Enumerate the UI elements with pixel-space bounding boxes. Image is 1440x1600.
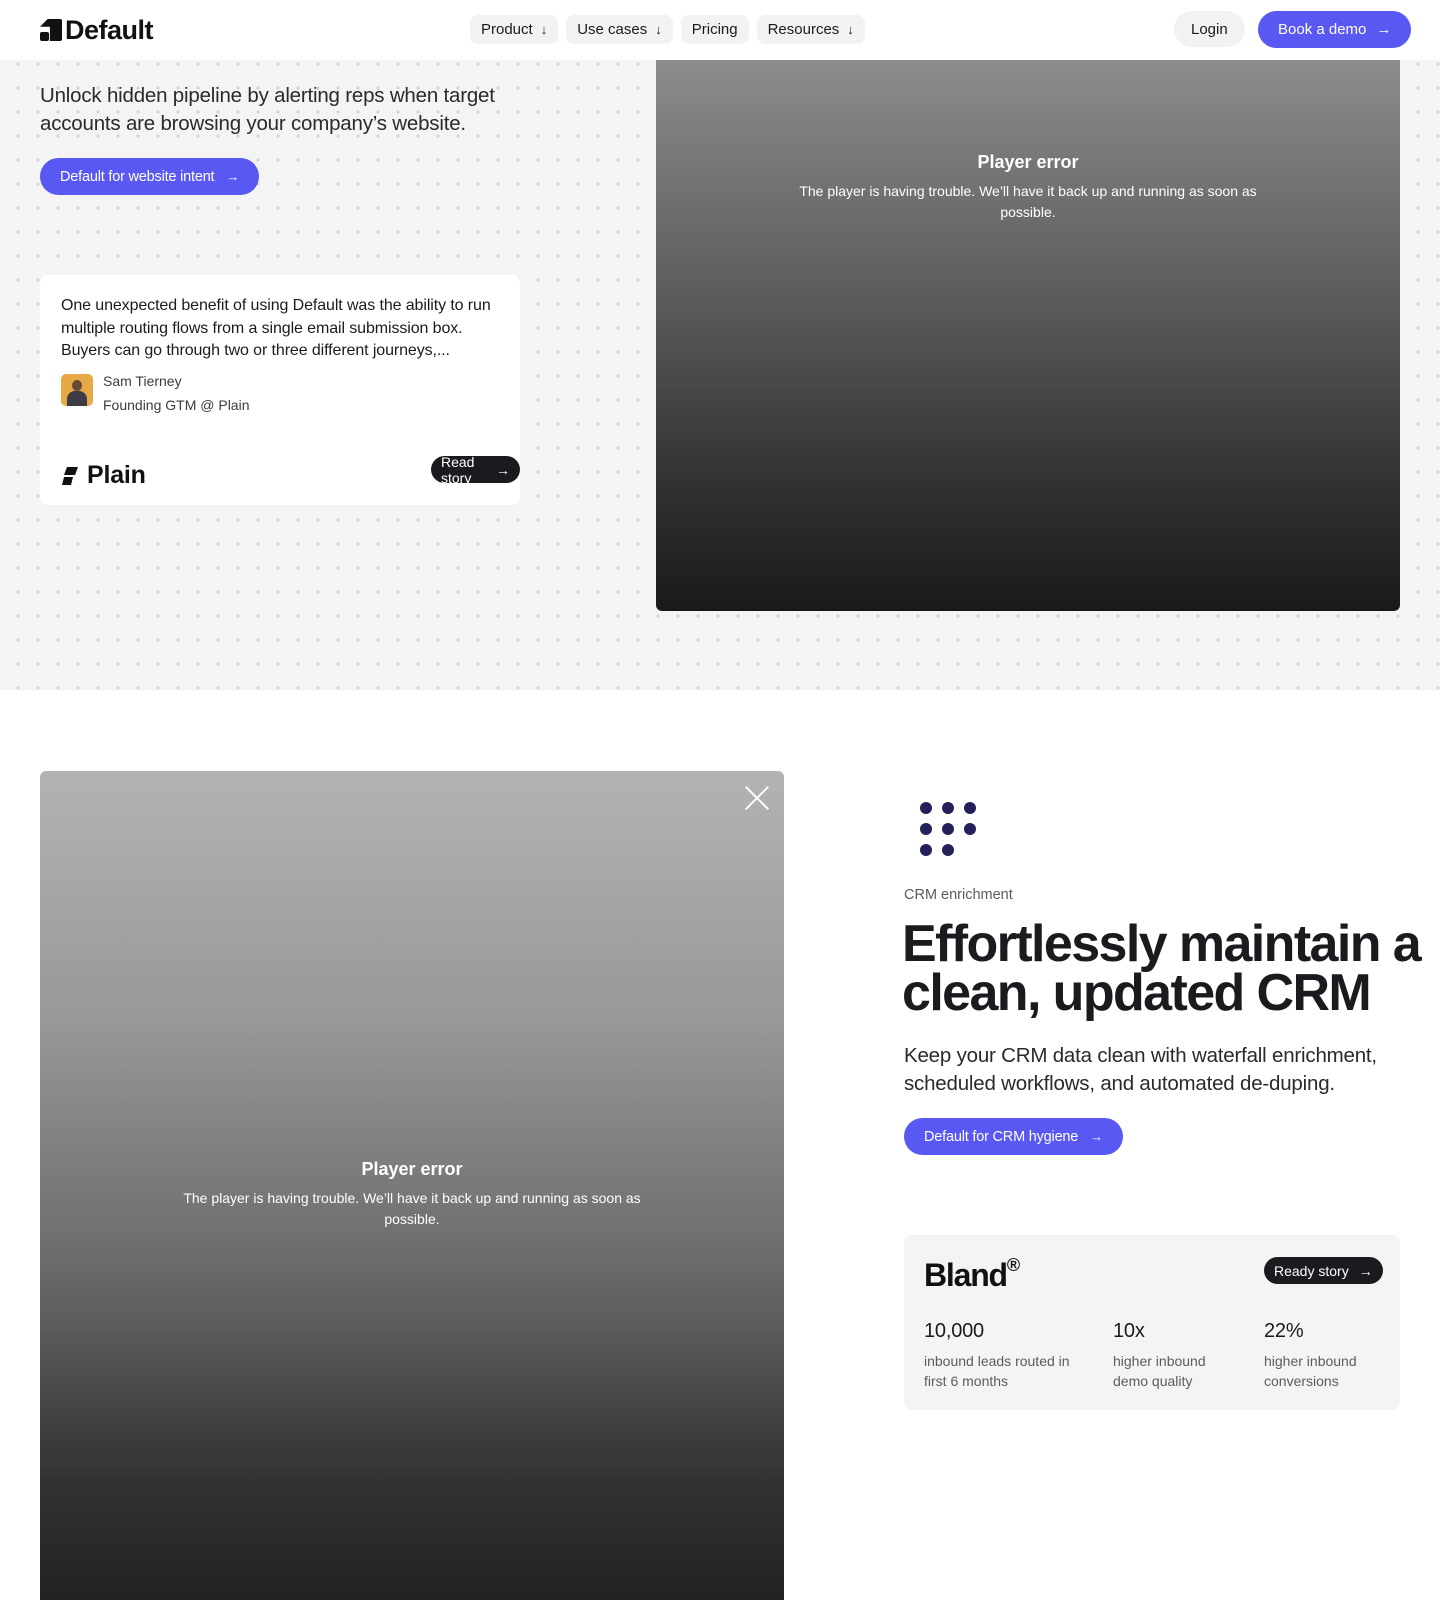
default-logo[interactable]: Default xyxy=(40,15,154,45)
player-error-message: The player is having trouble. We’ll have… xyxy=(183,1190,641,1227)
author-role: Founding GTM @ Plain xyxy=(103,397,250,413)
nav-item-resources[interactable]: Resources ↓ xyxy=(756,15,865,44)
default-logo-icon xyxy=(40,19,62,41)
nav-item-label: Resources xyxy=(767,21,840,38)
testimonial-quote: One unexpected benefit of using Default … xyxy=(61,297,491,359)
stat-label: inbound leads routed in first 6 months xyxy=(924,1353,1070,1389)
stat-value: 22% xyxy=(1264,1320,1304,1342)
avatar xyxy=(61,374,93,406)
case-study-card: Bland® Ready story → 10,000 inbound lead… xyxy=(904,1235,1400,1410)
navbar: Default Product ↓ Use cases ↓ Pricing Re… xyxy=(0,0,1440,60)
website-intent-subtitle: Unlock hidden pipeline by alerting reps … xyxy=(40,84,495,135)
website-intent-section: Unlock hidden pipeline by alerting reps … xyxy=(0,0,1440,690)
stat-value: 10x xyxy=(1113,1320,1145,1342)
arrow-right-icon: → xyxy=(496,461,510,478)
section-subtitle: Keep your CRM data clean with waterfall … xyxy=(904,1044,1377,1095)
book-demo-button[interactable]: Book a demo → xyxy=(1258,11,1412,48)
read-story-label: Read story xyxy=(441,453,475,486)
nav-item-label: Product xyxy=(481,21,533,38)
nav-item-label: Use cases xyxy=(577,21,648,38)
nav-item-pricing[interactable]: Pricing xyxy=(680,15,749,44)
testimonial-card: One unexpected benefit of using Default … xyxy=(40,275,520,505)
stat-value: 10,000 xyxy=(924,1320,984,1342)
video-player[interactable]: Player error The player is having troubl… xyxy=(656,60,1400,611)
crm-hygiene-button[interactable]: Default for CRM hygiene → xyxy=(904,1118,1123,1155)
arrow-right-icon: → xyxy=(226,169,240,184)
website-intent-button-label: Default for website intent xyxy=(60,168,215,185)
plain-logo-icon xyxy=(62,466,78,485)
bland-logo: Bland® xyxy=(924,1255,1021,1294)
ready-story-button[interactable]: Ready story → xyxy=(1264,1257,1383,1284)
nav-menu: Product ↓ Use cases ↓ Pricing Resources … xyxy=(470,15,865,44)
close-icon[interactable] xyxy=(744,785,770,811)
bland-logo-text: Bland xyxy=(924,1257,1008,1293)
section-heading: Effortlessly maintain a clean, updated C… xyxy=(902,915,1422,1022)
arrow-down-icon: ↓ xyxy=(540,22,548,37)
read-story-button[interactable]: Read story → xyxy=(431,453,520,486)
stat-label: higher inbound demo quality xyxy=(1113,1353,1206,1389)
default-logo-text: Default xyxy=(65,15,154,45)
section-eyebrow: CRM enrichment xyxy=(904,887,1013,903)
nav-item-product[interactable]: Product ↓ xyxy=(470,15,559,44)
nav-item-label: Pricing xyxy=(691,21,738,38)
stat-item: 10x higher inbound demo quality xyxy=(1113,1320,1233,1391)
player-error: Player error The player is having troubl… xyxy=(40,1159,784,1230)
arrow-right-icon: → xyxy=(1376,21,1392,38)
arrow-right-icon: → xyxy=(1358,1262,1373,1279)
nav-item-use-cases[interactable]: Use cases ↓ xyxy=(566,15,673,44)
registered-mark: ® xyxy=(1006,1255,1021,1275)
dots-grid-icon xyxy=(920,802,984,866)
login-button[interactable]: Login xyxy=(1174,11,1245,47)
crm-hygiene-button-label: Default for CRM hygiene xyxy=(924,1128,1079,1145)
stat-item: 10,000 inbound leads routed in first 6 m… xyxy=(924,1320,1084,1391)
testimonial-author: Sam Tierney Founding GTM @ Plain xyxy=(61,372,250,414)
video-player[interactable]: Player error The player is having troubl… xyxy=(40,771,784,1600)
stat-item: 22% higher inbound conversions xyxy=(1264,1320,1384,1391)
player-error: Player error The player is having troubl… xyxy=(656,152,1400,223)
arrow-right-icon: → xyxy=(1090,1129,1103,1144)
plain-logo-text: Plain xyxy=(87,461,146,489)
author-name: Sam Tierney xyxy=(103,373,182,389)
player-error-message: The player is having trouble. We’ll have… xyxy=(799,183,1257,220)
arrow-down-icon: ↓ xyxy=(655,22,662,37)
arrow-down-icon: ↓ xyxy=(847,22,854,37)
player-error-title: Player error xyxy=(361,1159,463,1179)
ready-story-label: Ready story xyxy=(1274,1262,1349,1279)
book-demo-label: Book a demo xyxy=(1278,21,1367,38)
player-error-title: Player error xyxy=(977,152,1079,172)
website-intent-button[interactable]: Default for website intent → xyxy=(40,158,260,195)
stat-label: higher inbound conversions xyxy=(1264,1353,1357,1389)
plain-logo: Plain xyxy=(61,461,146,490)
